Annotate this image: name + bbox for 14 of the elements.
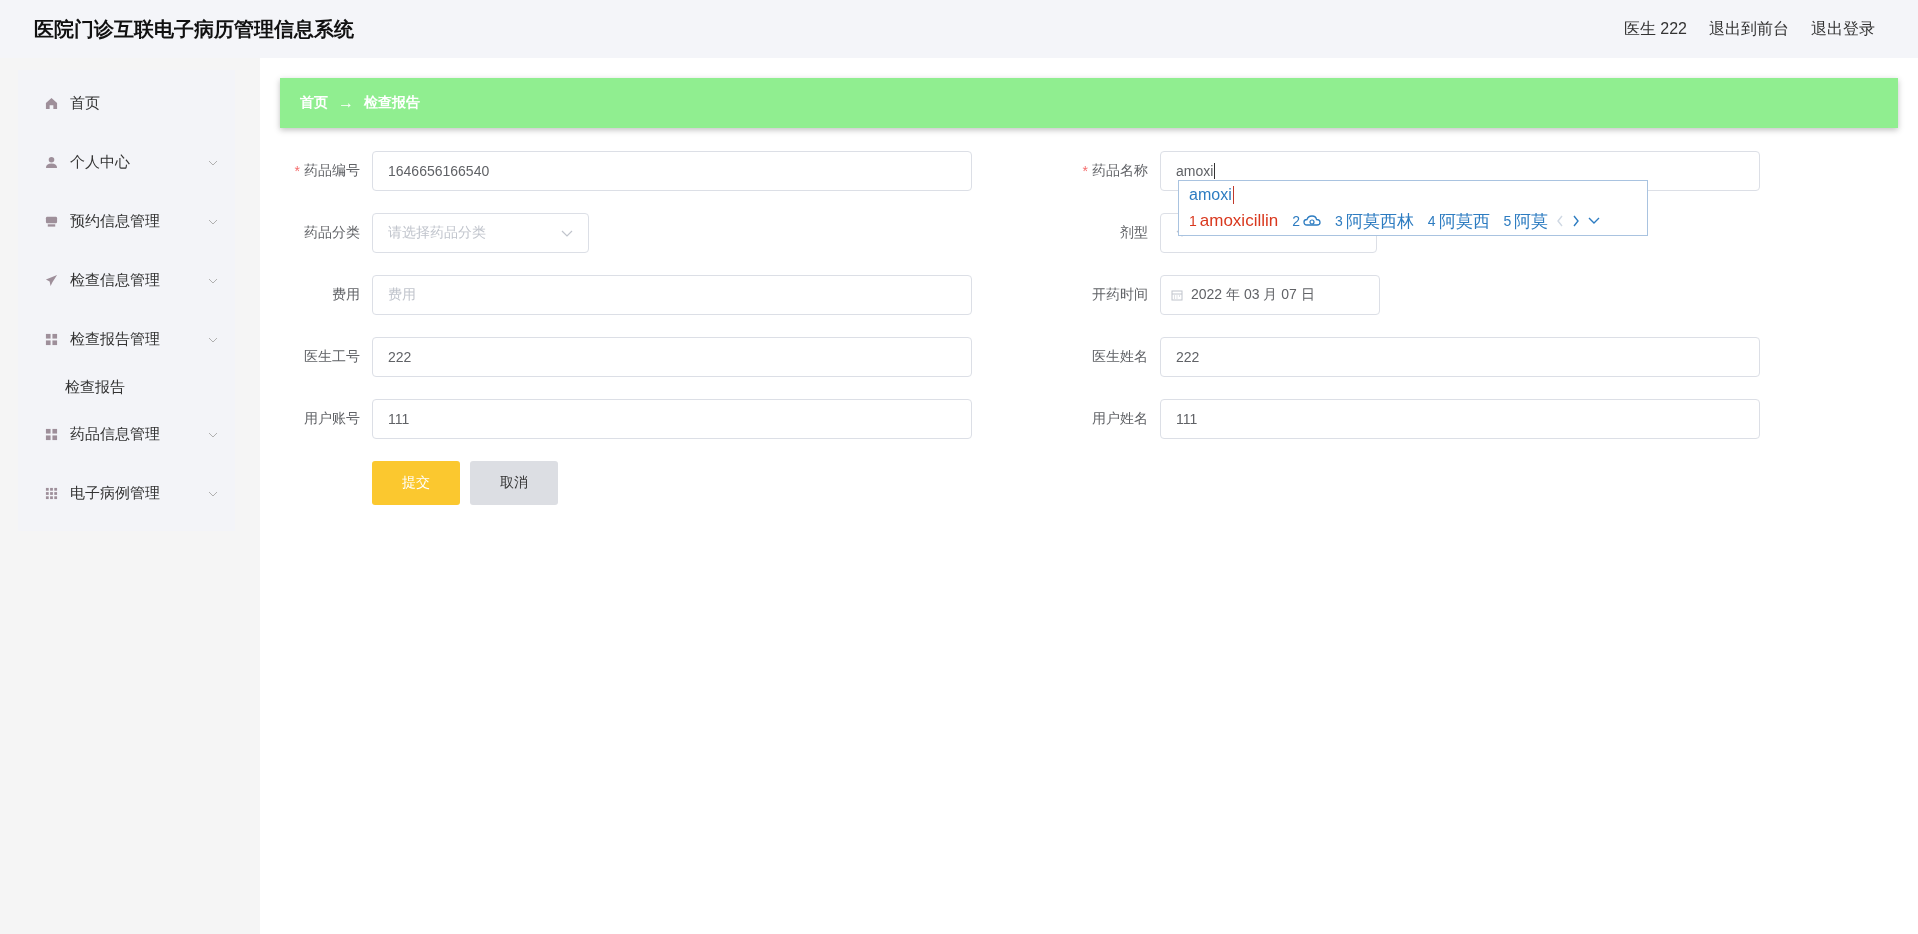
required-asterisk: * [1082,163,1088,179]
field-label: 开药时间 [1092,286,1148,304]
field-label: 药品编号 [304,162,360,180]
field-label: 剂型 [1120,224,1148,242]
field-label: 医生姓名 [1092,348,1148,366]
field-label: 用户姓名 [1092,410,1148,428]
field-label: 费用 [332,286,360,304]
field-label: 用户账号 [304,410,360,428]
field-label: 医生工号 [304,348,360,366]
required-asterisk: * [294,163,300,179]
field-label: 药品名称 [1092,162,1148,180]
field-label: 药品分类 [304,224,360,242]
app-title: 医院门诊互联电子病历管理信息系统 [34,16,354,42]
arrow-separator: → [338,94,354,112]
